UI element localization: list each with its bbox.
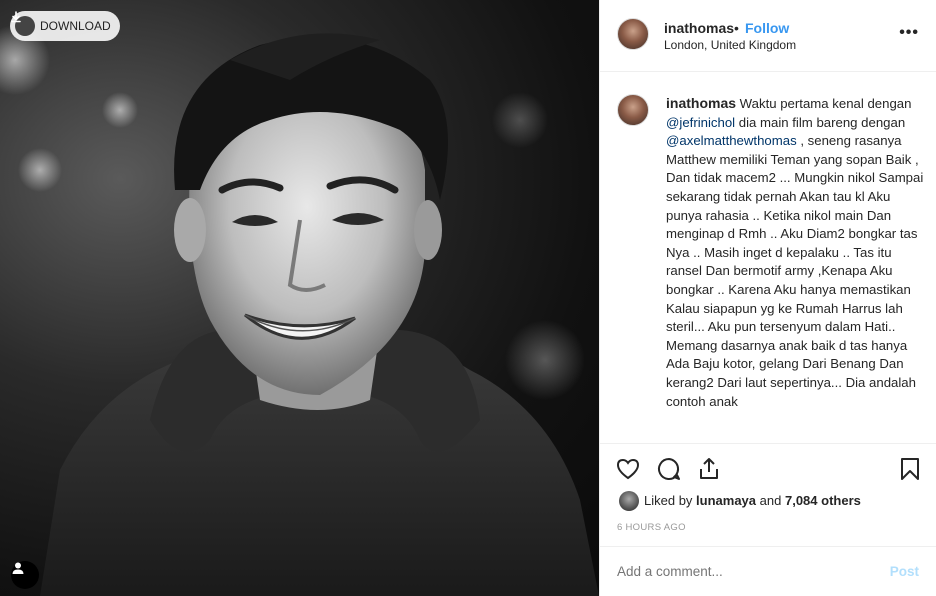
heart-icon[interactable] <box>615 456 641 482</box>
comment-icon[interactable] <box>656 456 682 482</box>
separator-dot: • <box>734 20 739 36</box>
liked-by-and: and <box>759 493 782 508</box>
download-icon <box>11 11 35 36</box>
share-icon[interactable] <box>696 456 722 482</box>
portrait-image <box>0 25 599 596</box>
liked-by-others[interactable]: 7,084 others <box>785 493 861 508</box>
caption-part: Waktu pertama kenal dengan <box>736 96 912 111</box>
post-actions: Liked by lunamaya and 7,084 others 6 HOU… <box>600 443 936 533</box>
mention-link[interactable]: @axelmatthewthomas <box>666 133 797 148</box>
tagged-users-button[interactable] <box>11 561 39 589</box>
location-link[interactable]: London, United Kingdom <box>664 38 796 52</box>
liked-by-user[interactable]: lunamaya <box>696 493 756 508</box>
more-options-icon[interactable]: ••• <box>899 24 919 42</box>
caption-text: inathomas Waktu pertama kenal dengan @je… <box>666 94 928 411</box>
post-photo[interactable]: DOWNLOAD <box>0 0 599 596</box>
post-comment-button[interactable]: Post <box>890 564 919 579</box>
caption-username[interactable]: inathomas <box>666 95 736 111</box>
post-side-panel: inathomas • Follow London, United Kingdo… <box>599 0 936 596</box>
post-header: inathomas • Follow London, United Kingdo… <box>600 0 936 72</box>
follow-button[interactable]: Follow <box>745 20 789 36</box>
liked-by-prefix: Liked by <box>644 493 693 508</box>
likes-summary: Liked by lunamaya and 7,084 others <box>644 493 861 508</box>
avatar[interactable] <box>617 18 649 50</box>
comment-input[interactable] <box>617 564 877 579</box>
caption-part: , seneng rasanya Matthew memiliki Teman … <box>666 133 924 409</box>
caption-part: dia main film bareng dengan <box>735 114 906 130</box>
download-label: DOWNLOAD <box>40 19 111 33</box>
person-icon <box>12 562 24 574</box>
liker-avatar[interactable] <box>619 491 639 511</box>
mention-link[interactable]: @jefrinichol <box>666 115 735 130</box>
caption-avatar[interactable] <box>617 94 649 126</box>
post-timestamp[interactable]: 6 HOURS AGO <box>617 522 686 533</box>
comment-box: Post <box>600 546 936 596</box>
caption-section: inathomas Waktu pertama kenal dengan @je… <box>600 73 936 443</box>
download-button[interactable]: DOWNLOAD <box>10 11 120 41</box>
header-username[interactable]: inathomas <box>664 20 734 36</box>
bookmark-icon[interactable] <box>897 456 923 482</box>
